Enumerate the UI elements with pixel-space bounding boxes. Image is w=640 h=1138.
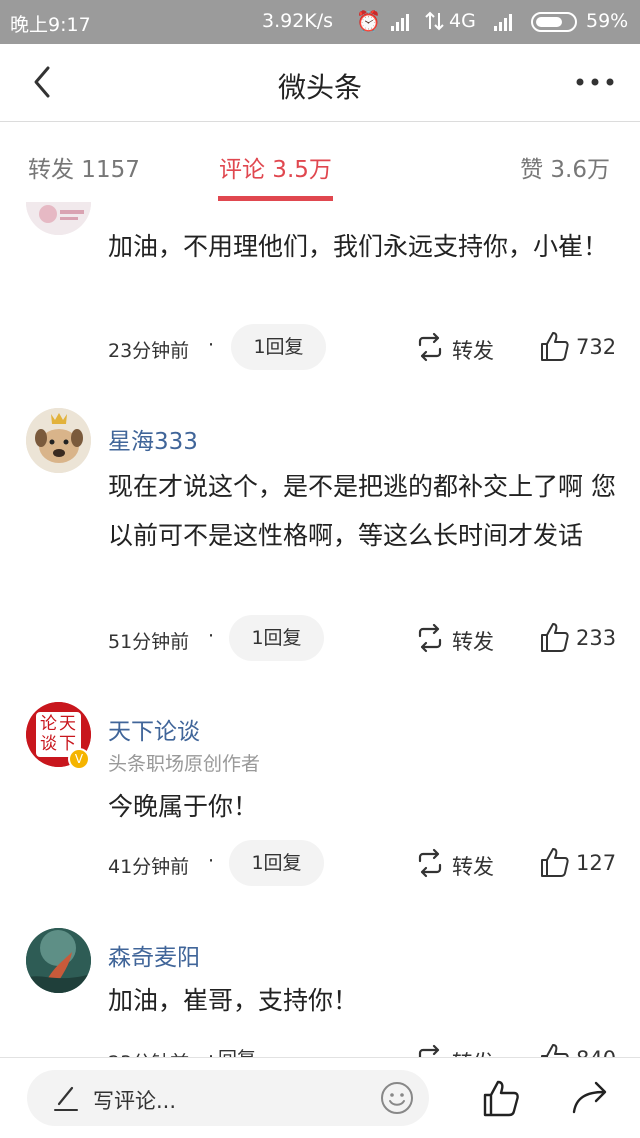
comment-username[interactable]: 星海333 — [108, 422, 198, 456]
alarm-icon: ⏰ — [356, 9, 381, 33]
battery-icon — [531, 12, 577, 32]
emoji-icon[interactable] — [379, 1080, 415, 1116]
comment-placeholder[interactable]: 写评论... — [93, 1085, 176, 1115]
repost-icon[interactable] — [414, 332, 446, 362]
verified-badge: V — [68, 748, 90, 770]
status-time: 晚上9:17 — [10, 14, 91, 36]
like-count: 840 — [576, 1047, 616, 1057]
thumbs-up-icon[interactable] — [482, 1078, 520, 1118]
comment-text: 今晚属于你！ — [108, 792, 259, 821]
user-subtitle: 头条职场原创作者 — [108, 753, 261, 775]
repost-icon[interactable] — [414, 623, 446, 653]
pen-icon — [54, 1086, 78, 1111]
signal-icon — [494, 14, 512, 31]
more-dots-icon[interactable] — [570, 62, 620, 102]
separator-dot: · — [208, 625, 215, 647]
status-network-speed: 3.92K/s — [262, 10, 334, 32]
comment-text: 加油，不用理他们，我们永远支持你，小崔！ — [108, 232, 609, 261]
reply-button[interactable]: 1回复 — [229, 840, 324, 886]
thumbs-up-icon[interactable] — [540, 621, 570, 653]
avatar[interactable] — [26, 928, 91, 993]
comment-list[interactable]: 加油，不用理他们，我们永远支持你，小崔！ 23分钟前 · 1回复 转发 732 — [0, 202, 640, 1057]
active-tab-indicator — [218, 196, 333, 201]
comment-text: 加油，崔哥，支持你！ — [108, 986, 359, 1015]
repost-label[interactable]: 转发 — [452, 626, 494, 656]
reply-button[interactable]: 1回复 — [231, 324, 326, 370]
thumbs-up-icon[interactable] — [540, 330, 570, 362]
data-arrows-icon — [425, 11, 444, 31]
like-count: 127 — [576, 851, 617, 875]
repost-label[interactable]: 转发 — [452, 1047, 494, 1057]
reply-button[interactable]: 回复 — [218, 1036, 313, 1057]
page-title: 微头条 — [277, 71, 362, 104]
reply-button[interactable]: 1回复 — [229, 615, 324, 661]
status-network-type: 4G — [449, 10, 476, 32]
tab-bar: 转发 1157 评论 3.5万 赞 3.6万 — [0, 122, 640, 202]
signal-icon — [391, 14, 409, 31]
like-count: 732 — [576, 335, 617, 359]
repost-label[interactable]: 转发 — [452, 851, 494, 881]
comment-time: 51分钟前 — [108, 631, 190, 653]
comment-meta: 41分钟前 · 1回复 转发 127 — [108, 840, 618, 886]
avatar[interactable] — [26, 202, 91, 235]
comment-meta: 23分钟前 · 1回复 转发 732 — [108, 324, 618, 370]
avatar[interactable] — [26, 408, 91, 473]
thumbs-up-icon[interactable] — [540, 1042, 570, 1057]
like-count: 233 — [576, 626, 617, 650]
tab-repost[interactable]: 转发 1157 — [28, 150, 140, 184]
tab-like[interactable]: 赞 3.6万 — [520, 150, 610, 184]
repost-label[interactable]: 转发 — [452, 335, 494, 365]
status-battery: 59% — [586, 10, 629, 32]
status-bar: 晚上9:17 3.92K/s ⏰ 4G 59% — [0, 0, 640, 44]
comment-text: 现在才说这个，是不是把逃的都补交上了啊 您以前可不是这性格啊，等这么长时间才发话 — [108, 472, 616, 550]
header: 微头条 — [0, 44, 640, 122]
separator-dot: · — [208, 1046, 215, 1057]
separator-dot: · — [208, 850, 215, 872]
tab-comment[interactable]: 评论 3.5万 — [219, 150, 332, 184]
comment-time: 41分钟前 — [108, 856, 190, 878]
repost-icon[interactable] — [414, 1044, 446, 1057]
bottom-bar: 写评论... — [0, 1057, 640, 1138]
separator-dot: · — [208, 334, 215, 356]
comment-username[interactable]: 天下论谈 — [108, 712, 200, 746]
share-arrow-icon[interactable] — [570, 1078, 610, 1116]
comment-time: 23分钟前 — [108, 1048, 189, 1057]
repost-icon[interactable] — [414, 848, 446, 878]
comment-username[interactable]: 森奇麦阳 — [108, 938, 200, 972]
comment-meta: 51分钟前 · 1回复 转发 233 — [108, 615, 618, 661]
comment-time: 23分钟前 — [108, 340, 190, 362]
thumbs-up-icon[interactable] — [540, 846, 570, 878]
comment-input[interactable]: 写评论... — [27, 1070, 429, 1126]
comment-meta: 23分钟前 · 回复 转发 840 — [108, 1036, 618, 1057]
